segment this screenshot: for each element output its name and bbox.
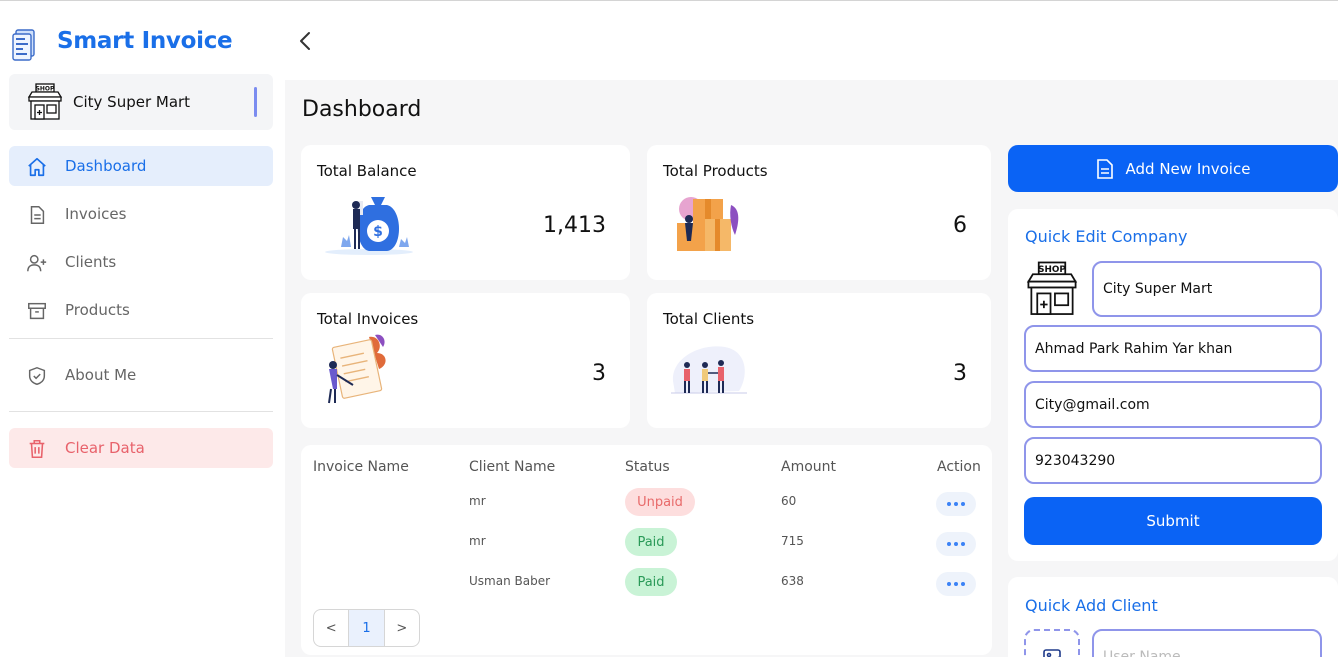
quick-edit-company-title: Quick Edit Company — [1025, 227, 1188, 246]
company-address-field[interactable]: Ahmad Park Rahim Yar khan — [1024, 325, 1322, 372]
people-illustration-icon — [669, 331, 749, 405]
column-header-invoice-name: Invoice Name — [313, 459, 409, 475]
cell-client-name: mr — [469, 494, 486, 508]
company-phone-field[interactable]: 923043290 — [1024, 437, 1322, 484]
status-badge: Unpaid — [625, 488, 695, 516]
page-1-button[interactable]: 1 — [349, 610, 385, 646]
stat-value: 6 — [953, 213, 967, 238]
archive-box-icon — [26, 300, 48, 322]
image-icon — [1043, 649, 1061, 657]
shop-icon: SHOP — [26, 83, 64, 125]
money-bag-illustration-icon: $ — [323, 183, 415, 259]
sidebar-item-label: Clear Data — [65, 439, 145, 457]
sidebar-item-dashboard[interactable]: Dashboard — [9, 146, 273, 186]
stat-title: Total Balance — [317, 162, 417, 180]
submit-button[interactable]: Submit — [1024, 497, 1322, 545]
pagination: < 1 > — [313, 609, 420, 647]
cell-amount: 60 — [781, 494, 797, 508]
brand: Smart Invoice — [12, 28, 233, 62]
sidebar-item-label: Dashboard — [65, 157, 147, 175]
quick-add-client-title: Quick Add Client — [1025, 596, 1158, 615]
cell-amount: 715 — [781, 534, 804, 548]
cell-client-name: mr — [469, 534, 486, 548]
column-header-amount: Amount — [781, 459, 837, 475]
client-name-field[interactable]: User Name — [1092, 629, 1322, 657]
prev-page-button[interactable]: < — [314, 610, 350, 646]
sidebar-item-label: Clients — [65, 253, 117, 271]
add-new-invoice-button[interactable]: Add New Invoice — [1008, 145, 1338, 192]
app-title: Smart Invoice — [57, 28, 233, 54]
stat-value: 3 — [592, 361, 606, 386]
sidebar-item-products[interactable]: Products — [9, 290, 273, 330]
sidebar-item-clear-data[interactable]: Clear Data — [9, 428, 273, 468]
stat-value: 3 — [953, 361, 967, 386]
company-email-field[interactable]: City@gmail.com — [1024, 381, 1322, 428]
column-header-client-name: Client Name — [469, 459, 556, 475]
stat-card-total-clients: Total Clients 3 — [647, 293, 991, 428]
home-icon — [26, 156, 48, 178]
column-header-action: Action — [937, 459, 981, 475]
document-icon — [26, 204, 48, 226]
cell-amount: 638 — [781, 574, 804, 588]
cell-client-name: Usman Baber — [469, 574, 551, 588]
shield-check-icon — [26, 365, 48, 387]
sidebar-item-invoices[interactable]: Invoices — [9, 194, 273, 234]
quick-add-client-panel: Quick Add Client User Name — [1008, 577, 1338, 657]
invoice-table: Invoice Name Client Name Status Amount A… — [301, 445, 992, 655]
boxes-illustration-icon — [669, 183, 749, 261]
stat-card-total-balance: Total Balance $ 1,413 — [301, 145, 630, 280]
add-new-invoice-label: Add New Invoice — [1125, 159, 1251, 178]
svg-text:$: $ — [373, 224, 383, 240]
sidebar: Smart Invoice SHOP City Super Mart Dashb… — [0, 1, 285, 657]
sidebar-divider — [9, 338, 273, 339]
shop-icon: SHOP — [1024, 261, 1080, 321]
sidebar-item-about-me[interactable]: About Me — [9, 355, 273, 395]
column-header-status: Status — [625, 459, 670, 475]
sidebar-divider — [9, 411, 273, 412]
stat-title: Total Invoices — [317, 310, 419, 328]
document-icon — [1096, 158, 1113, 179]
sidebar-item-label: Products — [65, 301, 130, 319]
stat-card-total-products: Total Products 6 — [647, 145, 991, 280]
stat-value: 1,413 — [543, 213, 606, 238]
status-badge: Paid — [625, 568, 677, 596]
more-actions-icon[interactable] — [936, 572, 976, 596]
page-title: Dashboard — [302, 97, 422, 122]
status-badge: Paid — [625, 528, 677, 556]
quick-edit-company-panel: Quick Edit Company SHOP City Super Mart … — [1008, 209, 1338, 561]
stat-card-total-invoices: Total Invoices 3 — [301, 293, 630, 428]
company-name: City Super Mart — [73, 93, 191, 111]
sidebar-item-label: About Me — [65, 366, 137, 384]
client-image-upload[interactable] — [1024, 629, 1080, 657]
invoice-document-illustration-icon — [323, 331, 395, 409]
stat-title: Total Products — [663, 162, 768, 180]
company-name-field[interactable]: City Super Mart — [1092, 261, 1322, 317]
user-add-icon — [26, 252, 48, 274]
stat-title: Total Clients — [663, 310, 755, 328]
selector-indicator — [254, 87, 257, 117]
sidebar-item-label: Invoices — [65, 205, 127, 223]
sidebar-item-clients[interactable]: Clients — [9, 242, 273, 282]
company-selector[interactable]: SHOP City Super Mart — [9, 74, 273, 130]
invoice-logo-icon — [12, 28, 38, 62]
next-page-button[interactable]: > — [385, 610, 419, 646]
more-actions-icon[interactable] — [936, 532, 976, 556]
trash-icon — [26, 438, 48, 460]
chevron-left-icon[interactable] — [296, 30, 314, 52]
more-actions-icon[interactable] — [936, 492, 976, 516]
